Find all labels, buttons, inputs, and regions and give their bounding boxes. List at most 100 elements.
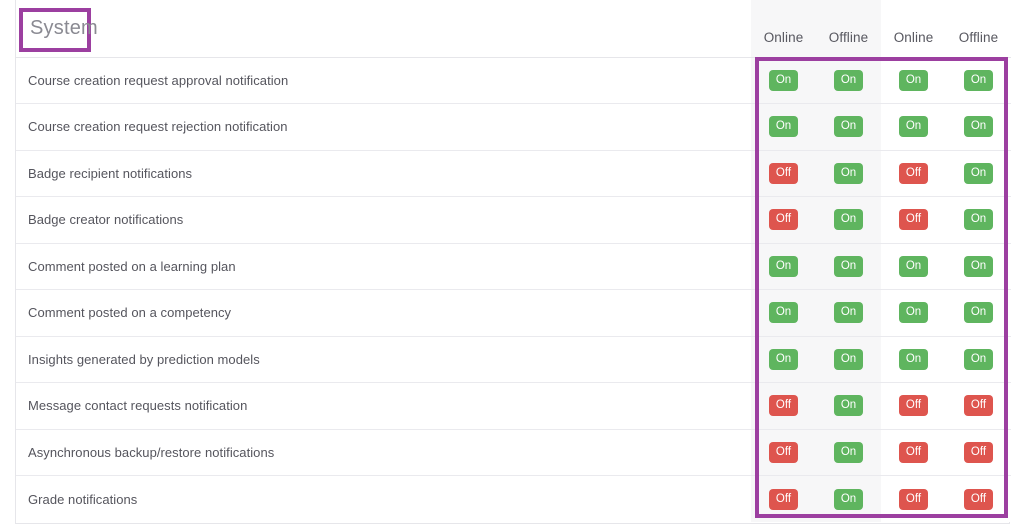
- toggle-cell-personal-online: On: [751, 243, 816, 290]
- toggle-cell-personal-online: Off: [751, 150, 816, 197]
- notification-label: Course creation request approval notific…: [16, 57, 751, 104]
- toggle-cell-forced-offline: On: [946, 103, 1011, 151]
- toggle-badge-off[interactable]: Off: [898, 395, 929, 417]
- notification-label: Badge recipient notifications: [16, 150, 751, 197]
- table-row: Course creation request rejection notifi…: [16, 103, 1011, 151]
- toggle-cell-forced-offline: Off: [946, 382, 1011, 430]
- toggle-cell-personal-online: Off: [751, 475, 816, 522]
- toggle-cell-forced-offline: On: [946, 150, 1011, 197]
- header-cell-system: System: [16, 0, 751, 58]
- toggle-cell-personal-offline: On: [816, 429, 881, 476]
- toggle-badge-off[interactable]: Off: [963, 488, 994, 510]
- toggle-badge-off[interactable]: Off: [963, 395, 994, 417]
- table-row: Course creation request approval notific…: [16, 57, 1011, 104]
- table-row: Badge creator notifications Off On Off On: [16, 196, 1011, 244]
- toggle-cell-forced-online: Off: [881, 382, 946, 430]
- toggle-badge-off[interactable]: Off: [768, 441, 799, 463]
- toggle-badge-off[interactable]: Off: [898, 488, 929, 510]
- toggle-badge-on[interactable]: On: [833, 441, 864, 463]
- table-row: Grade notifications Off On Off Off: [16, 475, 1011, 522]
- toggle-badge-on[interactable]: On: [833, 209, 864, 231]
- table-body: Course creation request approval notific…: [16, 57, 1011, 522]
- toggle-cell-forced-offline: Off: [946, 429, 1011, 476]
- page-title: System: [30, 17, 98, 39]
- toggle-cell-personal-offline: On: [816, 57, 881, 104]
- table-row: Comment posted on a learning plan On On On O…: [16, 243, 1011, 290]
- notification-label: Message contact requests notification: [16, 382, 751, 430]
- toggle-badge-off[interactable]: Off: [963, 441, 994, 463]
- table-header: System Online Offline Online Offline: [16, 0, 1011, 58]
- toggle-badge-on[interactable]: On: [833, 69, 864, 91]
- toggle-cell-forced-online: On: [881, 243, 946, 290]
- toggle-badge-on[interactable]: On: [963, 302, 994, 324]
- column-header-online-personal: Online: [751, 0, 816, 58]
- notification-label: Badge creator notifications: [16, 196, 751, 244]
- toggle-badge-on[interactable]: On: [768, 348, 799, 370]
- toggle-cell-personal-online: On: [751, 336, 816, 383]
- toggle-badge-off[interactable]: Off: [768, 488, 799, 510]
- table-row: Comment posted on a competency On On On On: [16, 289, 1011, 337]
- toggle-cell-forced-online: Off: [881, 475, 946, 522]
- column-header-offline-forced: Offline: [946, 0, 1011, 58]
- notification-preferences-table: System Online Offline Online Offline Cou…: [16, 0, 1011, 522]
- toggle-badge-on[interactable]: On: [833, 255, 864, 277]
- toggle-badge-on[interactable]: On: [963, 209, 994, 231]
- toggle-badge-on[interactable]: On: [768, 69, 799, 91]
- toggle-badge-on[interactable]: On: [963, 116, 994, 138]
- toggle-badge-on[interactable]: On: [833, 395, 864, 417]
- toggle-cell-forced-online: Off: [881, 196, 946, 244]
- toggle-badge-on[interactable]: On: [898, 255, 929, 277]
- table-row: Insights generated by prediction models O…: [16, 336, 1011, 383]
- toggle-badge-on[interactable]: On: [963, 69, 994, 91]
- toggle-badge-on[interactable]: On: [833, 302, 864, 324]
- toggle-badge-on[interactable]: On: [768, 255, 799, 277]
- toggle-cell-forced-online: On: [881, 103, 946, 151]
- notification-label: Course creation request rejection notifi…: [16, 103, 751, 151]
- table-row: Badge recipient notifications Off On Off On: [16, 150, 1011, 197]
- toggle-badge-on[interactable]: On: [898, 302, 929, 324]
- toggle-cell-personal-offline: On: [816, 196, 881, 244]
- toggle-badge-on[interactable]: On: [898, 348, 929, 370]
- toggle-cell-forced-offline: On: [946, 243, 1011, 290]
- notification-preferences-page: System Online Offline Online Offline Cou…: [0, 0, 1024, 530]
- toggle-cell-forced-offline: Off: [946, 475, 1011, 522]
- notification-label: Asynchronous backup/restore notification…: [16, 429, 751, 476]
- toggle-cell-forced-offline: On: [946, 336, 1011, 383]
- column-header-online-forced: Online: [881, 0, 946, 58]
- toggle-cell-personal-online: On: [751, 289, 816, 337]
- toggle-cell-forced-online: On: [881, 289, 946, 337]
- toggle-badge-on[interactable]: On: [898, 69, 929, 91]
- toggle-badge-off[interactable]: Off: [898, 162, 929, 184]
- toggle-badge-on[interactable]: On: [833, 116, 864, 138]
- toggle-cell-personal-offline: On: [816, 150, 881, 197]
- toggle-badge-on[interactable]: On: [963, 348, 994, 370]
- toggle-cell-forced-offline: On: [946, 289, 1011, 337]
- notification-label: Grade notifications: [16, 475, 751, 522]
- toggle-badge-on[interactable]: On: [833, 348, 864, 370]
- toggle-badge-on[interactable]: On: [963, 162, 994, 184]
- table-header-row: System Online Offline Online Offline: [16, 0, 1011, 58]
- toggle-badge-off[interactable]: Off: [768, 395, 799, 417]
- toggle-badge-on[interactable]: On: [768, 116, 799, 138]
- toggle-cell-personal-offline: On: [816, 336, 881, 383]
- toggle-badge-off[interactable]: Off: [768, 209, 799, 231]
- toggle-cell-forced-online: On: [881, 57, 946, 104]
- toggle-badge-off[interactable]: Off: [898, 441, 929, 463]
- toggle-cell-personal-online: Off: [751, 429, 816, 476]
- toggle-cell-personal-offline: On: [816, 243, 881, 290]
- toggle-badge-off[interactable]: Off: [898, 209, 929, 231]
- toggle-cell-forced-online: Off: [881, 429, 946, 476]
- toggle-cell-personal-offline: On: [816, 289, 881, 337]
- toggle-cell-personal-online: On: [751, 103, 816, 151]
- toggle-badge-on[interactable]: On: [833, 488, 864, 510]
- toggle-badge-off[interactable]: Off: [768, 162, 799, 184]
- table-row: Message contact requests notification Off…: [16, 382, 1011, 430]
- toggle-cell-personal-online: Off: [751, 196, 816, 244]
- toggle-badge-on[interactable]: On: [898, 116, 929, 138]
- toggle-cell-personal-offline: On: [816, 382, 881, 430]
- toggle-badge-on[interactable]: On: [833, 162, 864, 184]
- toggle-badge-on[interactable]: On: [768, 302, 799, 324]
- notification-label: Comment posted on a learning plan: [16, 243, 751, 290]
- toggle-cell-personal-offline: On: [816, 103, 881, 151]
- toggle-badge-on[interactable]: On: [963, 255, 994, 277]
